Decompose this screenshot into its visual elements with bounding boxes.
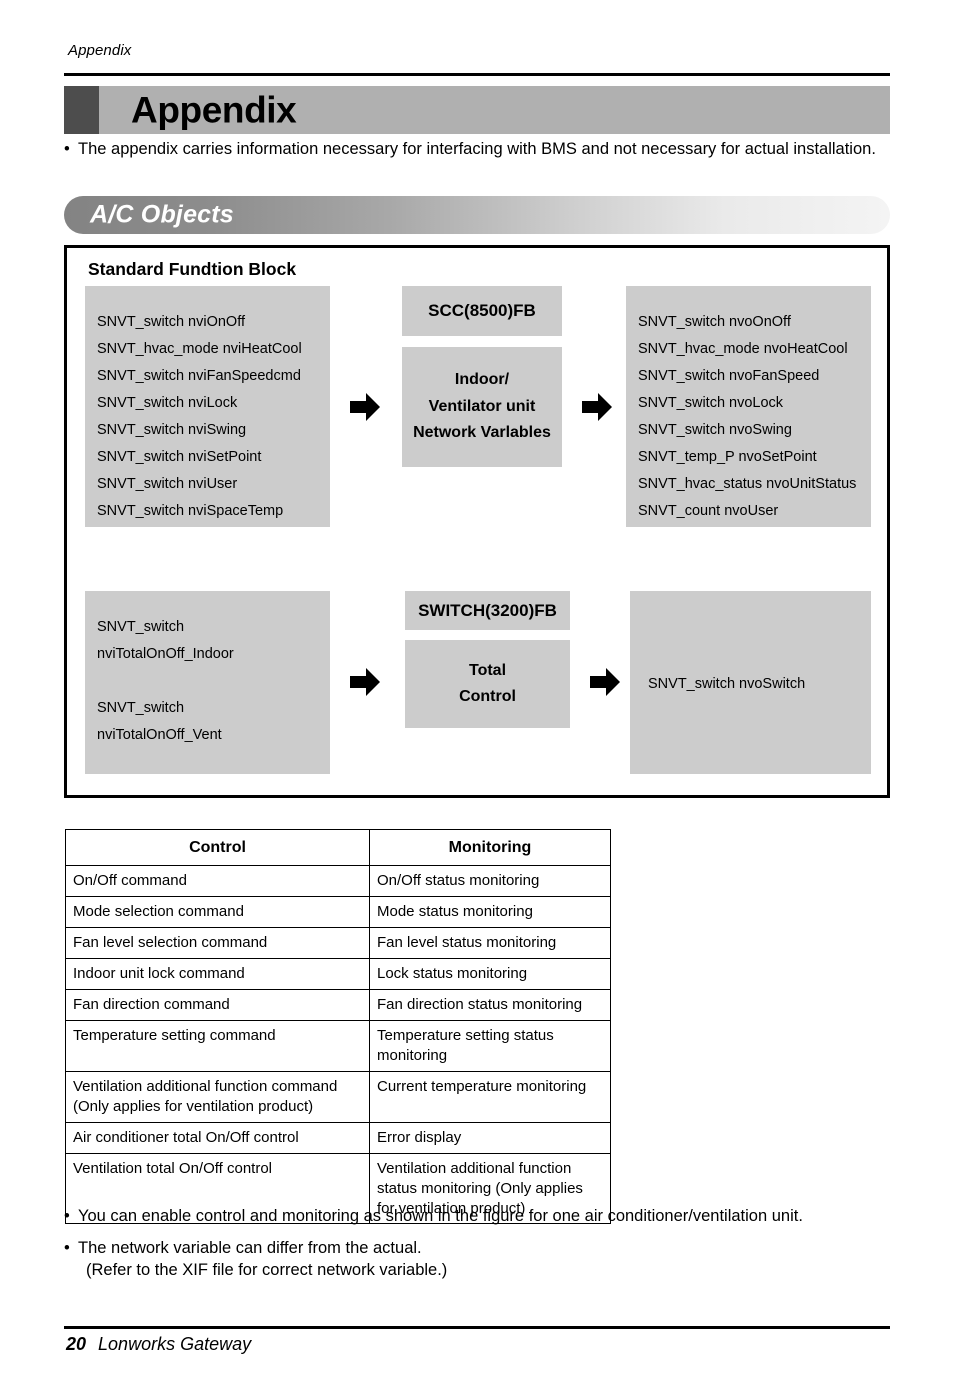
scc-fb-body: Indoor/ Ventilator unit Network Varlable… xyxy=(402,347,562,467)
ac-objects-figure: Standard Fundtion Block SNVT_switch nviO… xyxy=(64,245,890,798)
chapter-title-bar: Appendix xyxy=(64,86,890,134)
variable-line: SNVT_switch nvoSwitch xyxy=(648,676,806,692)
note-item: • The network variable can differ from t… xyxy=(64,1238,904,1282)
cell-monitoring: Temperature setting status monitoring xyxy=(369,1019,611,1072)
switch-output-variables-box: SNVT_switch nvoSwitch xyxy=(630,591,871,774)
header-rule xyxy=(64,73,890,76)
chapter-swatch xyxy=(64,86,99,134)
switch-input-variables-box: SNVT_switch nviTotalOnOff_Indoor SNVT_sw… xyxy=(85,591,330,774)
cell-control: Fan direction command xyxy=(65,989,370,1021)
column-header-monitoring: Monitoring xyxy=(369,828,611,867)
switch-fb-body: Total Control xyxy=(405,640,570,728)
table-row: On/Off command On/Off status monitoring xyxy=(65,865,611,898)
intro-text: The appendix carries information necessa… xyxy=(78,140,876,158)
cell-monitoring: Fan level status monitoring xyxy=(369,927,611,960)
right-arrow-icon xyxy=(580,390,614,424)
footer-rule xyxy=(64,1326,890,1329)
column-header-control: Control xyxy=(65,828,370,867)
scc-fb-body-line: Indoor/ xyxy=(454,371,510,389)
bullet-icon: • xyxy=(64,140,70,158)
cell-control: Indoor unit lock command xyxy=(65,958,370,991)
scc-input-variables-box: SNVT_switch nviOnOff SNVT_hvac_mode nviH… xyxy=(85,286,330,527)
cell-control: Mode selection command xyxy=(65,896,370,929)
note-text: The network variable can differ from the… xyxy=(78,1238,422,1257)
scc-fb-body-line: Ventilator unit xyxy=(428,397,536,415)
table-row: Ventilation additional function command … xyxy=(65,1070,611,1123)
variable-line: SNVT_switch nviSwing xyxy=(97,422,247,438)
cell-control: On/Off command xyxy=(65,865,370,898)
switch-fb-label-text: SWITCH(3200)FB xyxy=(418,600,557,620)
table-header-row: Control Monitoring xyxy=(65,828,611,867)
variable-line: SNVT_switch nviSetPoint xyxy=(97,449,262,465)
footer-notes: • You can enable control and monitoring … xyxy=(64,1206,904,1291)
cell-control: Ventilation additional function command … xyxy=(65,1070,370,1123)
cell-control: Air conditioner total On/Off control xyxy=(65,1121,370,1154)
cell-monitoring: Lock status monitoring xyxy=(369,958,611,991)
cell-monitoring: Mode status monitoring xyxy=(369,896,611,929)
variable-line: SNVT_temp_P nvoSetPoint xyxy=(638,449,817,465)
section-banner: A/C Objects xyxy=(64,196,890,234)
right-arrow-icon xyxy=(588,665,622,699)
table-row: Indoor unit lock command Lock status mon… xyxy=(65,958,611,991)
page-number: 20 xyxy=(66,1334,87,1354)
variable-line: SNVT_switch nviFanSpeedcmd xyxy=(97,368,301,384)
footer-folio: 20 Lonworks Gateway xyxy=(66,1334,251,1355)
variable-line: SNVT_switch nvoLock xyxy=(638,395,784,411)
cell-monitoring: Error display xyxy=(369,1121,611,1154)
variable-line: SNVT_switch nviLock xyxy=(97,395,238,411)
scc-fb-body-line: Network Varlables xyxy=(413,424,551,442)
cell-control: Fan level selection command xyxy=(65,927,370,960)
cell-monitoring: Current temperature monitoring xyxy=(369,1070,611,1123)
note-item: • You can enable control and monitoring … xyxy=(64,1206,904,1228)
figure-title: Standard Fundtion Block xyxy=(88,259,297,279)
variable-line: nviTotalOnOff_Vent xyxy=(97,727,222,743)
scc-output-variables-box: SNVT_switch nvoOnOff SNVT_hvac_mode nvoH… xyxy=(626,286,871,527)
variable-line: SNVT_switch nvoFanSpeed xyxy=(638,368,820,384)
variable-line: SNVT_hvac_status nvoUnitStatus xyxy=(638,476,857,492)
note-text: You can enable control and monitoring as… xyxy=(78,1207,803,1225)
cell-monitoring: On/Off status monitoring xyxy=(369,865,611,898)
variable-line: SNVT_switch nviOnOff xyxy=(97,314,246,330)
table-row: Air conditioner total On/Off control Err… xyxy=(65,1121,611,1154)
scc-fb-label-text: SCC(8500)FB xyxy=(428,301,536,320)
cell-control: Temperature setting command xyxy=(65,1019,370,1072)
section-banner-title: A/C Objects xyxy=(90,200,234,229)
variable-line: SNVT_hvac_mode nvoHeatCool xyxy=(638,341,848,357)
document-name: Lonworks Gateway xyxy=(98,1334,252,1354)
variable-line: SNVT_switch xyxy=(97,700,185,716)
right-arrow-icon xyxy=(348,390,382,424)
table-row: Mode selection command Mode status monit… xyxy=(65,896,611,929)
switch-fb-body-line: Control xyxy=(459,688,516,705)
switch-fb-label: SWITCH(3200)FB xyxy=(405,591,570,630)
variable-line: SNVT_switch nvoOnOff xyxy=(638,314,791,330)
bullet-icon: • xyxy=(64,1238,70,1257)
variable-line: SNVT_hvac_mode nviHeatCool xyxy=(97,341,302,357)
cell-monitoring: Fan direction status monitoring xyxy=(369,989,611,1021)
page-title: Appendix xyxy=(131,89,297,131)
table-row: Temperature setting command Temperature … xyxy=(65,1019,611,1072)
note-subtext: (Refer to the XIF file for correct netwo… xyxy=(86,1260,448,1279)
bullet-icon: • xyxy=(64,1207,70,1225)
variable-line: SNVT_switch nvoSwing xyxy=(638,422,792,438)
variable-line: SNVT_switch nviUser xyxy=(97,476,238,492)
variable-line: nviTotalOnOff_Indoor xyxy=(97,646,234,662)
control-monitoring-table: Control Monitoring On/Off command On/Off… xyxy=(65,828,611,1225)
scc-fb-label: SCC(8500)FB xyxy=(402,286,562,336)
variable-line: SNVT_switch nviSpaceTemp xyxy=(97,503,284,519)
switch-fb-body-line: Total xyxy=(468,661,507,679)
variable-line: SNVT_switch xyxy=(97,619,185,635)
variable-line: SNVT_count nvoUser xyxy=(638,503,779,519)
table-row: Fan direction command Fan direction stat… xyxy=(65,989,611,1021)
intro-paragraph: • The appendix carries information neces… xyxy=(64,138,894,160)
running-head: Appendix xyxy=(68,42,132,59)
right-arrow-icon xyxy=(348,665,382,699)
table-row: Fan level selection command Fan level st… xyxy=(65,927,611,960)
